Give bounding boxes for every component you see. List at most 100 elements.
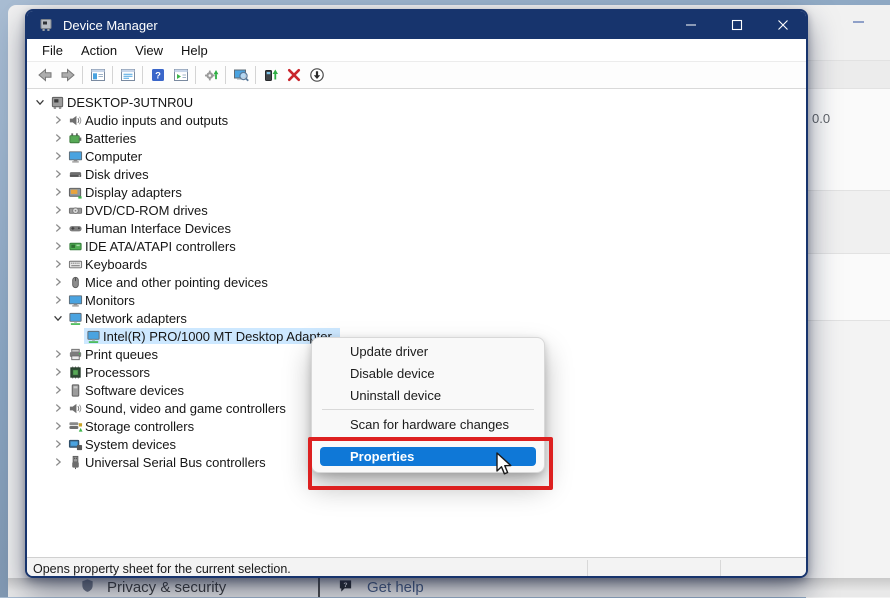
context-menu-item-update-driver[interactable]: Update driver	[312, 340, 544, 362]
software-icon	[66, 382, 84, 398]
tree-item-content[interactable]: Disk drives	[66, 166, 149, 182]
update-driver-icon[interactable]	[259, 64, 282, 86]
tree-item-content[interactable]: Computer	[66, 148, 142, 164]
mouse-cursor-icon	[495, 452, 516, 483]
chevron-right-icon[interactable]	[50, 238, 66, 254]
tree-item-content[interactable]: Processors	[66, 364, 150, 380]
chevron-down-icon[interactable]	[50, 310, 66, 326]
update-driver-software-icon[interactable]	[199, 64, 222, 86]
tree-item-human-interface-devices[interactable]: Human Interface Devices	[27, 219, 806, 237]
tree-item-content[interactable]: Batteries	[66, 130, 136, 146]
close-button[interactable]	[760, 11, 806, 39]
tree-item-label: Network adapters	[85, 311, 187, 326]
tree-item-desktop-3utnr0u[interactable]: DESKTOP-3UTNR0U	[27, 93, 806, 111]
tree-item-content[interactable]: Audio inputs and outputs	[66, 112, 228, 128]
chevron-right-icon[interactable]	[50, 220, 66, 236]
scan-hardware-icon[interactable]	[229, 64, 252, 86]
settings-card	[806, 60, 890, 89]
tree-item-display-adapters[interactable]: Display adapters	[27, 183, 806, 201]
tree-item-audio-inputs-and-outputs[interactable]: Audio inputs and outputs	[27, 111, 806, 129]
tree-item-content[interactable]: DVD/CD-ROM drives	[66, 202, 208, 218]
tree-item-content[interactable]: Universal Serial Bus controllers	[66, 454, 266, 470]
tree-item-monitors[interactable]: Monitors	[27, 291, 806, 309]
export-list-icon[interactable]	[169, 64, 192, 86]
get-help-link[interactable]: ? Get help	[338, 578, 424, 597]
toolbar-separator	[255, 66, 256, 84]
tree-item-content[interactable]: Mice and other pointing devices	[66, 274, 268, 290]
device-manager-window: Device Manager FileActionViewHelp ? DESK…	[25, 9, 808, 578]
tree-item-content[interactable]: Human Interface Devices	[66, 220, 231, 236]
properties-pane-icon[interactable]	[116, 64, 139, 86]
tree-item-content[interactable]: Monitors	[66, 292, 135, 308]
menu-action[interactable]: Action	[72, 39, 126, 61]
menu-file[interactable]: File	[33, 39, 72, 61]
tree-item-content[interactable]: Network adapters	[66, 310, 187, 326]
disable-device-icon[interactable]	[305, 64, 328, 86]
tree-indent	[27, 372, 50, 373]
uninstall-device-icon[interactable]	[282, 64, 305, 86]
chevron-right-icon[interactable]	[50, 148, 66, 164]
tree-item-ide-ata-atapi-controllers[interactable]: IDE ATA/ATAPI controllers	[27, 237, 806, 255]
context-menu-item-disable-device[interactable]: Disable device	[312, 362, 544, 384]
forward-icon[interactable]	[56, 64, 79, 86]
tree-item-content[interactable]: Display adapters	[66, 184, 182, 200]
settings-card	[806, 190, 890, 254]
chevron-down-icon[interactable]	[32, 94, 48, 110]
chevron-right-icon[interactable]	[50, 436, 66, 452]
tree-item-label: Processors	[85, 365, 150, 380]
chevron-right-icon[interactable]	[50, 112, 66, 128]
monitor-icon	[66, 292, 84, 308]
chevron-right-icon[interactable]	[50, 184, 66, 200]
tree-item-content[interactable]: Sound, video and game controllers	[66, 400, 286, 416]
tree-item-label: DVD/CD-ROM drives	[85, 203, 208, 218]
chevron-right-icon[interactable]	[50, 400, 66, 416]
chevron-right-icon[interactable]	[50, 382, 66, 398]
tree-item-keyboards[interactable]: Keyboards	[27, 255, 806, 273]
tree-item-label: System devices	[85, 437, 176, 452]
chevron-right-icon[interactable]	[50, 364, 66, 380]
tree-item-computer[interactable]: Computer	[27, 147, 806, 165]
status-bar: Opens property sheet for the current sel…	[27, 557, 806, 578]
context-menu-item-scan-for-hardware-changes[interactable]: Scan for hardware changes	[312, 413, 544, 435]
chevron-right-icon[interactable]	[50, 274, 66, 290]
chevron-placeholder	[68, 328, 84, 344]
tree-item-content[interactable]: Keyboards	[66, 256, 147, 272]
tree-item-content[interactable]: Print queues	[66, 346, 158, 362]
show-console-tree-icon[interactable]	[86, 64, 109, 86]
settings-card	[806, 88, 890, 191]
minimize-button[interactable]	[668, 11, 714, 39]
chevron-right-icon[interactable]	[50, 292, 66, 308]
tree-item-content[interactable]: System devices	[66, 436, 176, 452]
chevron-right-icon[interactable]	[50, 202, 66, 218]
chevron-right-icon[interactable]	[50, 130, 66, 146]
tree-item-network-adapters[interactable]: Network adapters	[27, 309, 806, 327]
menu-view[interactable]: View	[126, 39, 172, 61]
chevron-right-icon[interactable]	[50, 346, 66, 362]
settings-minimize-icon[interactable]	[853, 21, 864, 23]
menu-help[interactable]: Help	[172, 39, 217, 61]
maximize-button[interactable]	[714, 11, 760, 39]
tree-item-dvd-cd-rom-drives[interactable]: DVD/CD-ROM drives	[27, 201, 806, 219]
tree-item-mice-and-other-pointing-devices[interactable]: Mice and other pointing devices	[27, 273, 806, 291]
tree-item-content[interactable]: DESKTOP-3UTNR0U	[48, 94, 193, 110]
hid-icon	[66, 220, 84, 236]
context-menu-item-uninstall-device[interactable]: Uninstall device	[312, 384, 544, 406]
selected-tree-item[interactable]: Intel(R) PRO/1000 MT Desktop Adapter	[84, 328, 340, 344]
get-help-label: Get help	[367, 579, 424, 596]
tree-item-content[interactable]: Storage controllers	[66, 418, 194, 434]
display-adapter-icon	[66, 184, 84, 200]
mouse-icon	[66, 274, 84, 290]
tree-item-disk-drives[interactable]: Disk drives	[27, 165, 806, 183]
tree-item-content[interactable]: IDE ATA/ATAPI controllers	[66, 238, 236, 254]
chevron-right-icon[interactable]	[50, 256, 66, 272]
tree-indent	[27, 408, 50, 409]
help-icon[interactable]: ?	[146, 64, 169, 86]
sidebar-item-label: Privacy & security	[107, 579, 226, 596]
tree-item-content[interactable]: Software devices	[66, 382, 184, 398]
back-icon[interactable]	[33, 64, 56, 86]
chevron-right-icon[interactable]	[50, 454, 66, 470]
chevron-right-icon[interactable]	[50, 418, 66, 434]
tree-item-batteries[interactable]: Batteries	[27, 129, 806, 147]
chevron-right-icon[interactable]	[50, 166, 66, 182]
sidebar-item-privacy-security[interactable]: Privacy & security	[80, 578, 226, 597]
